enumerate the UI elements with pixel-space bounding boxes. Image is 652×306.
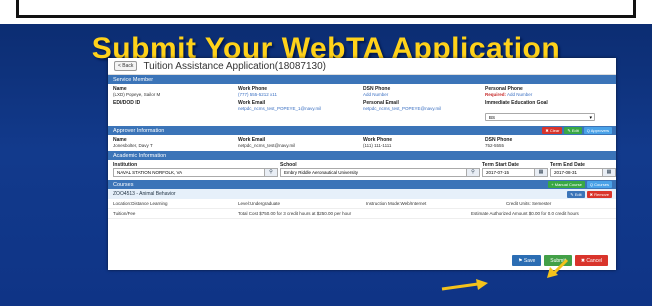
courses-header: Courses + Manual Course Q Courses (108, 180, 616, 189)
section-label: Academic Information (113, 152, 167, 159)
app-header: < Back Tuition Assistance Application(18… (108, 58, 616, 75)
course-title: ZOO4513 - Animal Behavior (113, 191, 176, 197)
edu-goal-value: BS (489, 115, 496, 120)
approvers-button[interactable]: Q Approvers (583, 127, 612, 134)
service-member-header: Service Member (108, 75, 616, 84)
application-window: < Back Tuition Assistance Application(18… (108, 58, 616, 270)
end-date-field[interactable]: 2017-08-31 ▦ (550, 168, 616, 177)
institution-field[interactable]: NAVAL STATION NORFOLK, VA ⚲ (113, 168, 278, 177)
service-member-row-1: Name (LXD) Popeye, Sailor M Work Phone (… (108, 84, 616, 98)
clear-button[interactable]: ✖ Clear (542, 127, 563, 134)
edu-goal-select[interactable]: BS ▾ (485, 113, 595, 121)
edit-course-button[interactable]: ✎ Edit (567, 191, 585, 198)
edipi-label: EDI/DOD ID (113, 100, 141, 106)
course-cost-row: Tuition/Fee Total Cost $750.00 for 3 cre… (108, 209, 616, 219)
school-field[interactable]: Embry Riddle Aeronautical University ⚲ (280, 168, 480, 177)
page-title: Tuition Assistance Application(18087130) (143, 60, 326, 72)
work-phone-link[interactable]: (777) 555-5212 x11 (238, 92, 363, 98)
course-mode: Instruction Mode:Web/Internet (366, 201, 427, 206)
total-cost: Total Cost $750.00 for 3 credit hours at… (238, 211, 352, 216)
course-credit-units: Credit Units: Semester (506, 201, 552, 206)
section-label: Service Member (113, 76, 154, 83)
approver-header: Approver Information ✖ Clear ✎ Edit Q Ap… (108, 126, 616, 135)
arrow-pointer-icon (441, 279, 488, 291)
search-icon[interactable]: ⚲ (264, 169, 277, 176)
save-button[interactable]: ⚑ Save (512, 255, 542, 266)
search-icon[interactable]: ⚲ (466, 169, 479, 176)
calendar-icon[interactable]: ▦ (602, 169, 615, 176)
cancel-button[interactable]: ✖ Cancel (574, 255, 608, 266)
approver-phone-value: (111) 111-1111 (363, 143, 392, 148)
course-location: Location:Distance Learning (113, 201, 168, 206)
edit-approver-button[interactable]: ✎ Edit (564, 127, 582, 134)
institution-value: NAVAL STATION NORFOLK, VA (117, 170, 183, 175)
section-label: Courses (113, 181, 134, 188)
start-date-value: 2017-07-15 (486, 170, 510, 175)
academic-header: Academic Information (108, 151, 616, 160)
personal-email-link[interactable]: netpdc_ncms_test_POPEYE@navy.mil (363, 106, 485, 112)
end-date-value: 2017-08-31 (554, 170, 578, 175)
top-frame-box (16, 0, 636, 18)
estimate-amount: Estimate Authorized Amount $0.00 for 0.0… (471, 211, 579, 216)
personal-phone-link[interactable]: Add Number (507, 92, 532, 97)
school-value: Embry Riddle Aeronautical University (284, 170, 359, 175)
course-level: Level:Undergraduate (238, 201, 281, 206)
tuition-fee-label: Tuition/Fee (113, 211, 136, 216)
course-item: ZOO4513 - Animal Behavior ✎ Edit ✖ Remov… (108, 189, 616, 199)
approver-row: Name Jonesbolter, Davy T Work Email netp… (108, 135, 616, 151)
dsn-phone-link[interactable]: Add Number (363, 92, 485, 98)
start-date-field[interactable]: 2017-07-15 ▦ (482, 168, 548, 177)
chevron-down-icon: ▾ (589, 115, 592, 121)
manual-course-button[interactable]: + Manual Course (548, 181, 585, 188)
approver-dsn-value: 752-5555 (485, 143, 505, 148)
name-value: (LXD) Popeye, Sailor M (113, 92, 161, 97)
courses-button[interactable]: Q Courses (586, 181, 612, 188)
calendar-icon[interactable]: ▦ (534, 169, 547, 176)
back-button[interactable]: < Back (114, 61, 138, 71)
approver-email-value: netpdc_ncms_test@navy.mil (238, 143, 296, 148)
approver-name-value: Jonesbolter, Davy T (113, 143, 153, 148)
arrow-pointer-icon (547, 258, 569, 278)
edu-goal-label: Immediate Education Goal (485, 100, 548, 106)
service-member-row-2: EDI/DOD ID Work Email netpdc_ncms_test_P… (108, 98, 616, 126)
academic-row: Institution NAVAL STATION NORFOLK, VA ⚲ S… (108, 160, 616, 180)
section-label: Approver Information (113, 127, 165, 134)
work-email-link[interactable]: netpdc_ncms_test_POPEYE_1@navy.mil (238, 106, 363, 112)
course-details-row: Location:Distance Learning Level:Undergr… (108, 199, 616, 209)
remove-course-button[interactable]: ✖ Remove (586, 191, 612, 198)
required-label: Required: (485, 92, 507, 97)
